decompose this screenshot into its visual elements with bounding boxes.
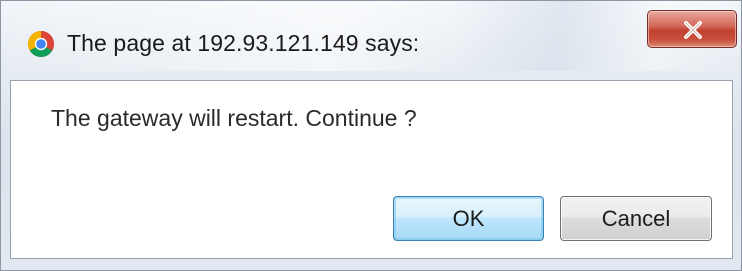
dialog-title-bar[interactable]: The page at 192.93.121.149 says:: [1, 1, 741, 81]
ok-button[interactable]: OK: [393, 196, 544, 241]
ok-button-label: OK: [452, 205, 485, 231]
chrome-browser-icon: [27, 30, 55, 58]
cancel-button-label: Cancel: [601, 205, 671, 231]
dialog-message: The gateway will restart. Continue ?: [51, 105, 417, 131]
close-x-icon: [684, 21, 702, 39]
dialog-title: The page at 192.93.121.149 says:: [67, 30, 420, 56]
alert-dialog: The page at 192.93.121.149 says: The gat…: [0, 0, 742, 271]
dialog-content: The gateway will restart. Continue ? OK …: [10, 80, 733, 259]
cancel-button[interactable]: Cancel: [560, 196, 712, 241]
close-button[interactable]: [647, 10, 737, 48]
